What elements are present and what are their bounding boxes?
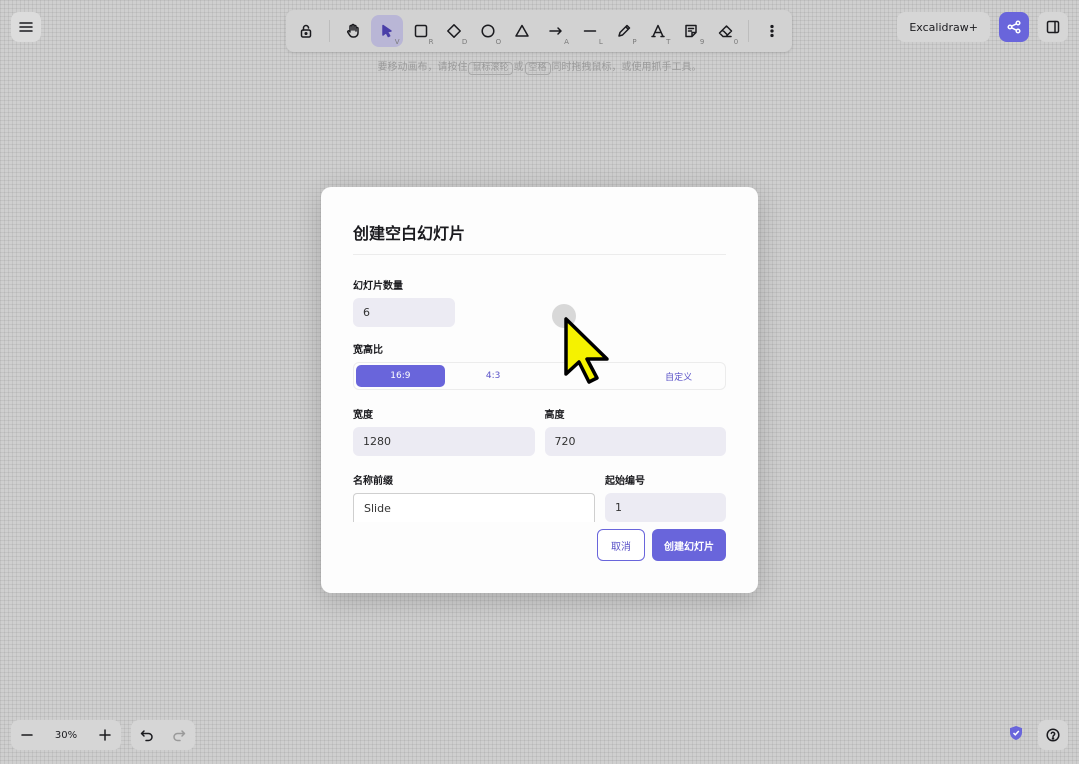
prefix-label: 名称前缀 <box>353 476 393 487</box>
tool-diamond[interactable]: D <box>438 15 470 47</box>
tool-shortcut: L <box>598 38 603 46</box>
redo-button[interactable] <box>163 720 195 750</box>
main-menu-button[interactable] <box>11 12 41 42</box>
toolbar-divider <box>748 20 750 42</box>
create-slides-button[interactable]: 创建幻灯片 <box>652 529 726 561</box>
aspect-field: 宽高比 16:9 4:3 自定义 <box>353 341 726 390</box>
excalidraw-plus-button[interactable]: Excalidraw+ <box>897 12 990 42</box>
aspect-label: 宽高比 <box>353 345 383 356</box>
toolbar: V R D O A L P T 9 0 <box>286 10 792 52</box>
tool-hand[interactable] <box>337 15 369 47</box>
rectangle-icon <box>414 24 427 38</box>
start-number-label: 起始编号 <box>605 476 645 487</box>
history-controls <box>131 720 195 750</box>
plus-icon <box>99 729 111 741</box>
diamond-icon <box>447 24 462 38</box>
canvas-hint: 要移动画布，请按住 鼠标滚轮或空格 同时拖拽鼠标，或使用抓手工具。 <box>377 62 702 75</box>
tool-rectangle[interactable]: R <box>405 15 437 47</box>
arrow-right-icon <box>549 27 562 35</box>
height-input[interactable]: 720 <box>544 427 726 456</box>
sidebar-icon <box>1046 20 1060 34</box>
aspect-segmented-control: 16:9 4:3 自定义 <box>353 362 726 390</box>
start-number-field: 起始编号 1 <box>605 472 726 522</box>
aspect-option-16-9[interactable]: 16:9 <box>356 365 445 387</box>
size-fields: 宽度 1280 高度 720 <box>353 406 726 456</box>
share-icon <box>1007 20 1021 34</box>
hamburger-icon <box>19 22 33 32</box>
tool-arrow[interactable]: A <box>540 15 572 47</box>
undo-icon <box>140 730 153 742</box>
count-label: 幻灯片数量 <box>353 281 403 292</box>
prefix-fields: 名称前缀 Slide 起始编号 1 <box>353 472 726 522</box>
tool-line[interactable]: L <box>574 15 606 47</box>
more-vertical-icon <box>770 24 774 38</box>
hint-key: 鼠标滚轮 <box>468 62 513 75</box>
triangle-icon <box>515 24 529 37</box>
bottom-right-controls <box>1008 720 1068 750</box>
height-label: 高度 <box>544 410 565 421</box>
count-field: 幻灯片数量 6 <box>353 277 726 327</box>
eraser-icon <box>718 25 733 38</box>
tool-shortcut: P <box>632 38 637 46</box>
start-number-input[interactable]: 1 <box>605 493 726 522</box>
pencil-icon <box>617 24 630 37</box>
toolbar-divider <box>328 20 330 42</box>
count-input[interactable]: 6 <box>353 298 455 327</box>
tool-shortcut: T <box>666 38 671 46</box>
height-field: 高度 720 <box>544 406 726 456</box>
tool-eraser[interactable]: 0 <box>709 15 741 47</box>
share-button[interactable] <box>999 12 1029 42</box>
question-icon <box>1046 728 1060 742</box>
tool-shortcut: R <box>428 38 434 46</box>
tool-shortcut: V <box>394 38 400 46</box>
width-label: 宽度 <box>353 410 373 421</box>
cancel-button[interactable]: 取消 <box>597 529 645 561</box>
redo-icon <box>173 730 186 742</box>
dialog-actions: 取消 创建幻灯片 <box>597 529 726 561</box>
tool-shortcut: 9 <box>699 38 705 46</box>
width-field: 宽度 1280 <box>353 406 535 456</box>
hint-key: 空格 <box>524 62 551 75</box>
tool-shortcut: 0 <box>733 38 739 46</box>
zoom-controls: 30% <box>11 720 121 750</box>
help-button[interactable] <box>1038 720 1068 750</box>
zoom-out-button[interactable] <box>11 720 43 750</box>
tool-shortcut: A <box>564 38 569 46</box>
mouse-cursor-icon <box>552 304 609 384</box>
lock-open-icon <box>300 24 312 38</box>
tool-selection[interactable]: V <box>370 15 403 47</box>
zoom-in-button[interactable] <box>89 720 121 750</box>
dialog-title: 创建空白幻灯片 <box>353 220 726 255</box>
tool-shortcut: D <box>461 38 468 46</box>
sidebar-toggle-button[interactable] <box>1038 12 1068 42</box>
hand-icon <box>346 23 359 38</box>
tool-image[interactable]: 9 <box>675 15 707 47</box>
width-input[interactable]: 1280 <box>353 427 535 456</box>
prefix-input[interactable]: Slide <box>353 493 595 522</box>
pointer-icon <box>381 24 392 38</box>
prefix-field: 名称前缀 Slide <box>353 472 595 522</box>
zoom-level[interactable]: 30% <box>43 730 89 741</box>
undo-button[interactable] <box>131 720 163 750</box>
aspect-option-custom[interactable]: 自定义 <box>634 365 723 387</box>
sticky-note-icon <box>685 24 698 38</box>
aspect-option-4-3[interactable]: 4:3 <box>449 365 538 387</box>
more-tools-button[interactable] <box>756 15 788 47</box>
tool-shortcut: O <box>495 38 502 46</box>
shield-icon[interactable] <box>1008 725 1024 745</box>
create-slides-dialog: 创建空白幻灯片 幻灯片数量 6 宽高比 16:9 4:3 自定义 宽度 1280… <box>321 187 758 593</box>
tool-lock[interactable] <box>290 15 322 47</box>
tool-ellipse[interactable]: O <box>472 15 504 47</box>
tool-triangle[interactable] <box>506 15 538 47</box>
ellipse-icon <box>481 24 495 38</box>
line-icon <box>583 30 597 32</box>
top-right-controls: Excalidraw+ <box>897 12 1068 42</box>
text-icon <box>650 24 665 38</box>
minus-icon <box>21 734 33 736</box>
tool-draw[interactable]: P <box>608 15 640 47</box>
tool-text[interactable]: T <box>642 15 674 47</box>
bottom-left-controls: 30% <box>11 720 195 750</box>
